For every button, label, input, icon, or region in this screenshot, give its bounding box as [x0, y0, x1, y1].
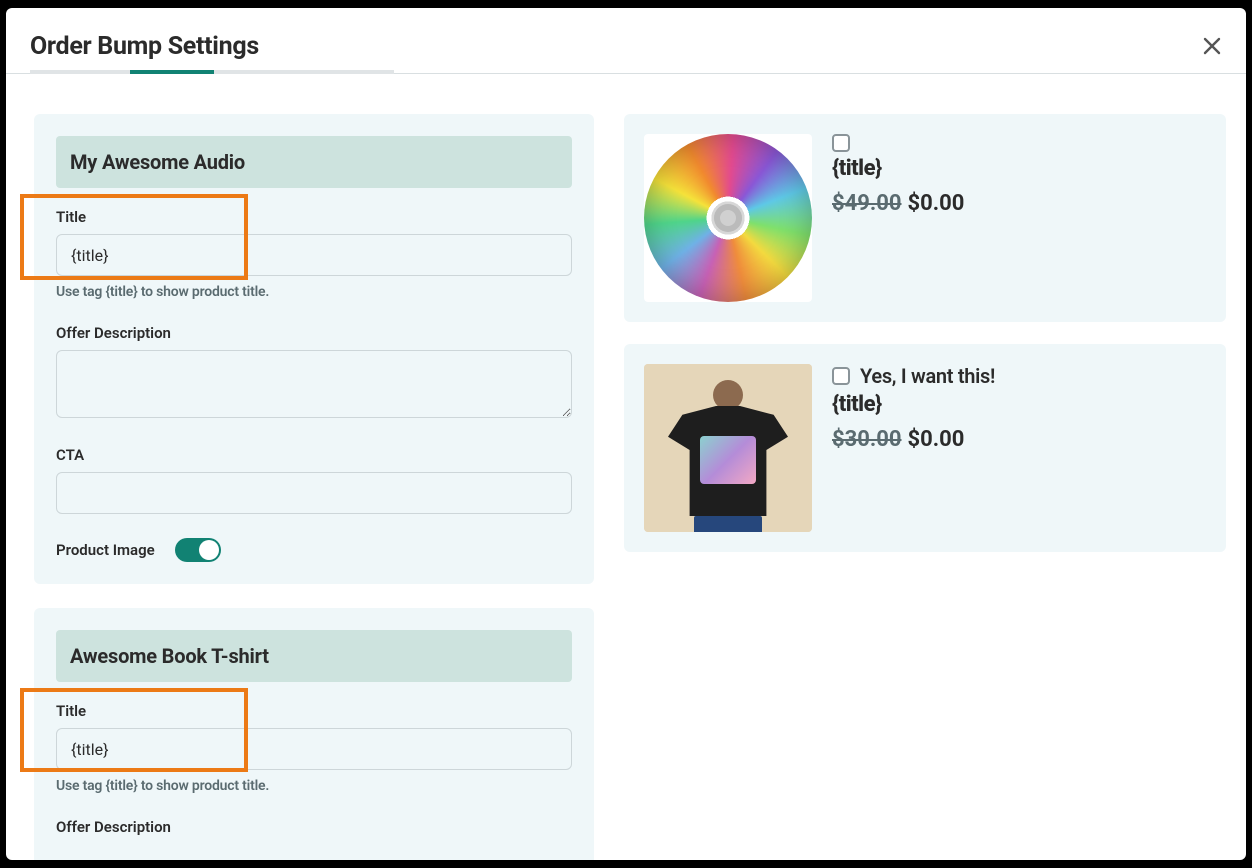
accept-checkbox[interactable]: [832, 134, 850, 152]
title-field: Title Use tag {title} to show product ti…: [56, 702, 572, 794]
close-button[interactable]: [1196, 30, 1228, 62]
title-field: Title Use tag {title} to show product ti…: [56, 208, 572, 300]
tab-indicator-inactive: [214, 70, 394, 74]
accept-checkbox[interactable]: [832, 367, 850, 385]
modal-body[interactable]: My Awesome Audio Title Use tag {title} t…: [6, 74, 1246, 860]
product-thumb: [644, 134, 812, 302]
cta-row: [832, 134, 1206, 152]
order-bump-settings-modal: Order Bump Settings My Awesome Audio Tit…: [6, 8, 1246, 860]
cta-input[interactable]: [56, 472, 572, 514]
price-original: $30.00: [832, 427, 902, 452]
tab-indicator-inactive: [30, 70, 130, 74]
settings-column: My Awesome Audio Title Use tag {title} t…: [34, 114, 594, 820]
modal-title: Order Bump Settings: [30, 32, 1222, 61]
product-image-label: Product Image: [56, 541, 155, 559]
title-hint: Use tag {title} to show product title.: [56, 284, 572, 300]
price-now: $0.00: [908, 427, 965, 452]
preview-title: {title}: [832, 392, 1206, 417]
price-now: $0.00: [908, 191, 965, 216]
title-label: Title: [56, 702, 572, 720]
tab-strip: [30, 70, 394, 74]
preview-column: {title} $49.00 $0.00: [624, 114, 1226, 820]
bump-card-tshirt: Awesome Book T-shirt Title Use tag {titl…: [34, 608, 594, 860]
offer-description-input[interactable]: [56, 350, 572, 418]
preview-title: {title}: [832, 156, 1206, 181]
bump-card-audio: My Awesome Audio Title Use tag {title} t…: [34, 114, 594, 584]
product-image-toggle[interactable]: [175, 538, 221, 562]
offer-description-field: Offer Description: [56, 818, 572, 836]
cd-icon: [644, 134, 812, 302]
cta-text: Yes, I want this!: [860, 364, 995, 388]
title-input[interactable]: [56, 728, 572, 770]
cta-row: Yes, I want this!: [832, 364, 1206, 388]
product-image-row: Product Image: [56, 538, 572, 562]
card-heading: Awesome Book T-shirt: [56, 630, 572, 682]
price-original: $49.00: [832, 191, 902, 216]
bump-preview-audio: {title} $49.00 $0.00: [624, 114, 1226, 322]
cta-field: CTA: [56, 446, 572, 514]
price-row: $30.00 $0.00: [832, 427, 1206, 452]
cta-label: CTA: [56, 446, 572, 464]
bump-preview-tshirt: Yes, I want this! {title} $30.00 $0.00: [624, 344, 1226, 552]
offer-description-label: Offer Description: [56, 818, 572, 836]
preview-body: Yes, I want this! {title} $30.00 $0.00: [832, 364, 1206, 452]
card-heading: My Awesome Audio: [56, 136, 572, 188]
toggle-knob: [199, 540, 219, 560]
title-hint: Use tag {title} to show product title.: [56, 778, 572, 794]
offer-description-field: Offer Description: [56, 324, 572, 422]
tshirt-icon: [644, 364, 812, 532]
title-label: Title: [56, 208, 572, 226]
preview-body: {title} $49.00 $0.00: [832, 134, 1206, 216]
title-input[interactable]: [56, 234, 572, 276]
tab-indicator-active: [130, 70, 214, 74]
offer-description-label: Offer Description: [56, 324, 572, 342]
product-thumb: [644, 364, 812, 532]
price-row: $49.00 $0.00: [832, 191, 1206, 216]
modal-header: Order Bump Settings: [6, 8, 1246, 74]
close-icon: [1200, 34, 1224, 58]
